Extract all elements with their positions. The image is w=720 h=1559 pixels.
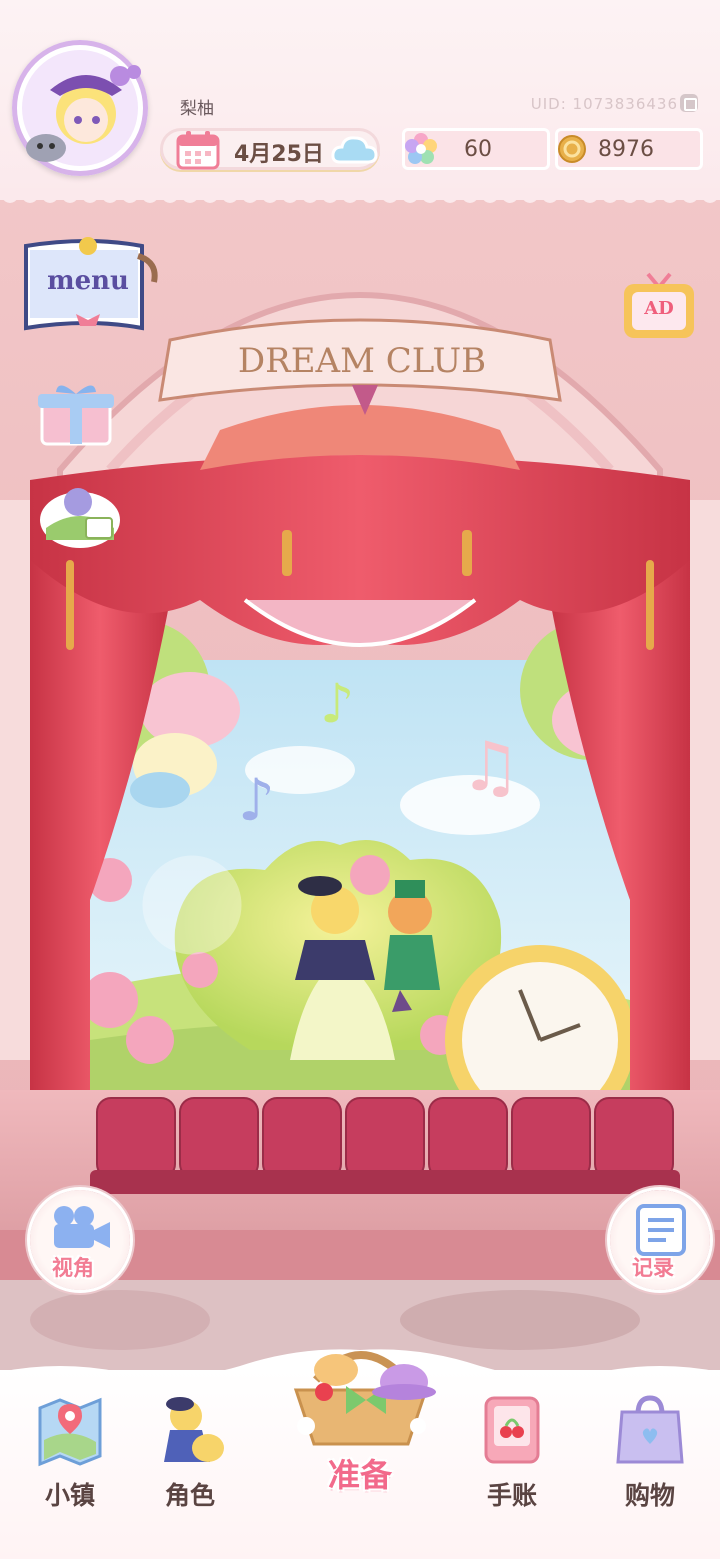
picnic-basket-icon — [293, 1351, 436, 1446]
player-name: 梨柚 — [180, 99, 214, 119]
date-text: 4月25日 — [234, 142, 324, 167]
nav-shop[interactable]: 购物 — [590, 1384, 710, 1514]
nav-prepare[interactable]: 准备 — [262, 1340, 458, 1530]
svg-text:♪: ♪ — [238, 766, 275, 834]
calendar-icon — [176, 131, 220, 170]
copy-icon[interactable] — [680, 94, 698, 112]
camera-angle-label: 视角 — [52, 1256, 94, 1280]
nav-role-label: 角色 — [164, 1481, 215, 1510]
player-uid: UID: 1073836436 — [530, 95, 678, 113]
coin-icon — [558, 135, 586, 163]
map-icon — [38, 1397, 102, 1467]
nav-diary[interactable]: 手账 — [452, 1384, 572, 1514]
coin-count: 8976 — [598, 137, 654, 162]
video-camera-icon — [54, 1206, 110, 1248]
player-avatar[interactable] — [12, 40, 148, 176]
svg-text:♪: ♪ — [320, 672, 354, 735]
rainbow-gem-icon — [405, 133, 437, 164]
gift-icon[interactable] — [34, 380, 118, 446]
record-label: 记录 — [632, 1256, 674, 1280]
nav-diary-label: 手账 — [486, 1481, 537, 1510]
nav-shop-label: 购物 — [624, 1481, 675, 1510]
shopping-bag-icon — [616, 1395, 684, 1464]
svg-text:♫: ♫ — [460, 728, 521, 807]
menu-label: menu — [47, 266, 129, 296]
nav-town-label: 小镇 — [44, 1481, 95, 1510]
dream-club-banner: DREAM CLUB — [238, 341, 486, 381]
theatre-stage-scene: ♪ ♪ ♫ DREAM CLUB — [0, 190, 720, 1390]
nav-role[interactable]: 角色 — [130, 1384, 250, 1514]
ad-label: AD — [644, 298, 674, 319]
character-doll-icon — [164, 1397, 224, 1462]
journal-icon — [484, 1396, 540, 1464]
gem-count: 60 — [464, 137, 492, 162]
cloud-icon — [331, 136, 378, 164]
nav-town[interactable]: 小镇 — [10, 1384, 130, 1514]
nav-prepare-label: 准备 — [327, 1456, 392, 1494]
header-scallop-edge — [0, 188, 720, 203]
notebook-icon — [636, 1204, 686, 1256]
avatar-portrait — [22, 50, 141, 166]
photo-album-icon[interactable] — [38, 484, 122, 552]
